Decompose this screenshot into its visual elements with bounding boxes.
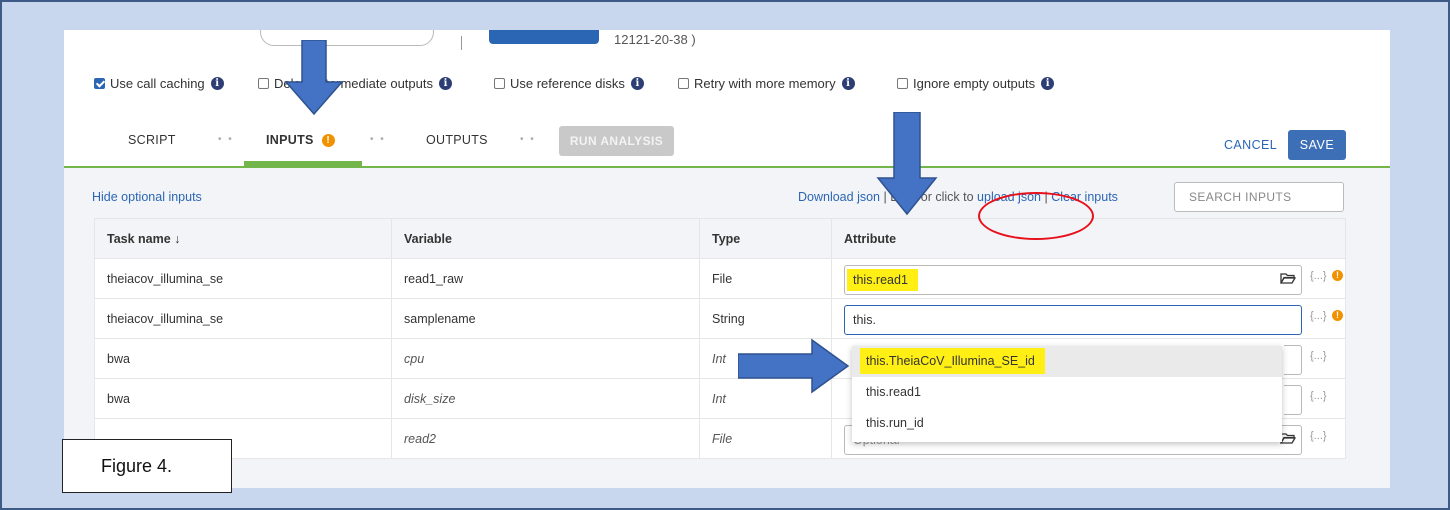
type-cell: File: [699, 258, 832, 299]
variable-cell: disk_size: [391, 378, 700, 419]
autocomplete-option[interactable]: this.run_id: [852, 408, 1282, 439]
option-call-caching[interactable]: Use call caching i: [94, 76, 224, 91]
autocomplete-option[interactable]: this.TheiaCoV_Illumina_SE_id: [852, 346, 1282, 377]
variable-cell: cpu: [391, 338, 700, 379]
checkbox-icon[interactable]: [678, 78, 689, 89]
divider: [461, 36, 462, 50]
highlighted-value: this.TheiaCoV_Illumina_SE_id: [860, 348, 1045, 374]
figure-caption: Figure 4.: [62, 439, 232, 493]
warning-icon: !: [1332, 270, 1343, 281]
option-label: Retry with more memory: [694, 76, 836, 91]
braces-icon[interactable]: {...}: [1310, 270, 1327, 282]
table-header-row: Task name ↓ Variable Type Attribute: [94, 218, 1346, 259]
info-icon[interactable]: i: [1041, 77, 1055, 90]
search-inputs-field[interactable]: SEARCH INPUTS: [1174, 182, 1344, 212]
checkbox-icon[interactable]: [897, 78, 908, 89]
save-button[interactable]: SAVE: [1288, 130, 1346, 160]
braces-icon[interactable]: {...}: [1310, 430, 1327, 442]
warning-icon: !: [321, 134, 335, 148]
autocomplete-dropdown: this.TheiaCoV_Illumina_SE_id this.read1 …: [852, 346, 1282, 442]
autocomplete-option[interactable]: this.read1: [852, 377, 1282, 408]
info-icon[interactable]: i: [630, 77, 644, 90]
checkbox-icon[interactable]: [494, 78, 505, 89]
info-icon[interactable]: i: [438, 77, 452, 90]
down-arrow-icon: [876, 112, 938, 216]
tab-separator: • •: [520, 134, 536, 145]
header-variable[interactable]: Variable: [391, 218, 700, 259]
download-json-link[interactable]: Download json: [798, 190, 880, 204]
info-icon[interactable]: i: [210, 77, 224, 90]
tab-separator: • •: [218, 134, 234, 145]
hide-optional-inputs-link[interactable]: Hide optional inputs: [92, 190, 202, 204]
cancel-button[interactable]: CANCEL: [1224, 138, 1277, 152]
option-label: Use call caching: [110, 76, 205, 91]
option-ignore-empty[interactable]: Ignore empty outputs i: [897, 76, 1055, 91]
top-button-partial[interactable]: [489, 30, 599, 44]
braces-icon[interactable]: {...}: [1310, 390, 1327, 402]
tab-bar: SCRIPT • • INPUTS! • • OUTPUTS • •: [64, 126, 1390, 166]
table-row: theiacov_illumina_se samplename String t…: [94, 298, 1346, 339]
right-arrow-icon: [738, 338, 850, 394]
variable-cell: read2: [391, 418, 700, 459]
attribute-input[interactable]: [1284, 385, 1302, 415]
option-label: Use reference disks: [510, 76, 625, 91]
header-task-name[interactable]: Task name ↓: [94, 218, 392, 259]
folder-open-icon[interactable]: [1280, 432, 1296, 444]
task-cell: bwa: [94, 338, 392, 379]
table-row: theiacov_illumina_se read1_raw File this…: [94, 258, 1346, 299]
header-type[interactable]: Type: [699, 218, 832, 259]
tab-outputs[interactable]: OUTPUTS: [426, 126, 488, 166]
info-icon[interactable]: i: [841, 77, 855, 90]
type-cell: File: [699, 418, 832, 459]
attribute-input[interactable]: this.read1: [844, 265, 1302, 295]
down-arrow-icon: [284, 40, 344, 116]
checkbox-icon[interactable]: [258, 78, 269, 89]
braces-icon[interactable]: {...}: [1310, 350, 1327, 362]
option-retry-memory[interactable]: Retry with more memory i: [678, 76, 855, 91]
tab-inputs-label: INPUTS: [266, 133, 314, 147]
task-cell: bwa: [94, 378, 392, 419]
attribute-cell: this. {...} !: [831, 298, 1346, 339]
attribute-cell: this.read1 {...} !: [831, 258, 1346, 299]
tab-inputs[interactable]: INPUTS!: [266, 126, 335, 166]
task-cell: theiacov_illumina_se: [94, 258, 392, 299]
tab-separator: • •: [370, 134, 386, 145]
workflow-id-text: 12121-20-38 ): [614, 32, 696, 47]
task-cell: theiacov_illumina_se: [94, 298, 392, 339]
variable-cell: samplename: [391, 298, 700, 339]
tab-script[interactable]: SCRIPT: [128, 126, 176, 166]
callout-ellipse: [978, 192, 1094, 240]
type-cell: String: [699, 298, 832, 339]
attribute-input[interactable]: this.: [844, 305, 1302, 335]
attribute-input[interactable]: [1284, 345, 1302, 375]
option-label: Ignore empty outputs: [913, 76, 1036, 91]
checkbox-icon[interactable]: [94, 78, 105, 89]
braces-icon[interactable]: {...}: [1310, 310, 1327, 322]
highlighted-value: this.read1: [847, 269, 918, 291]
folder-open-icon[interactable]: [1280, 272, 1296, 284]
variable-cell: read1_raw: [391, 258, 700, 299]
warning-icon: !: [1332, 310, 1343, 321]
run-analysis-button[interactable]: RUN ANALYSIS: [559, 126, 674, 156]
option-reference-disks[interactable]: Use reference disks i: [494, 76, 644, 91]
